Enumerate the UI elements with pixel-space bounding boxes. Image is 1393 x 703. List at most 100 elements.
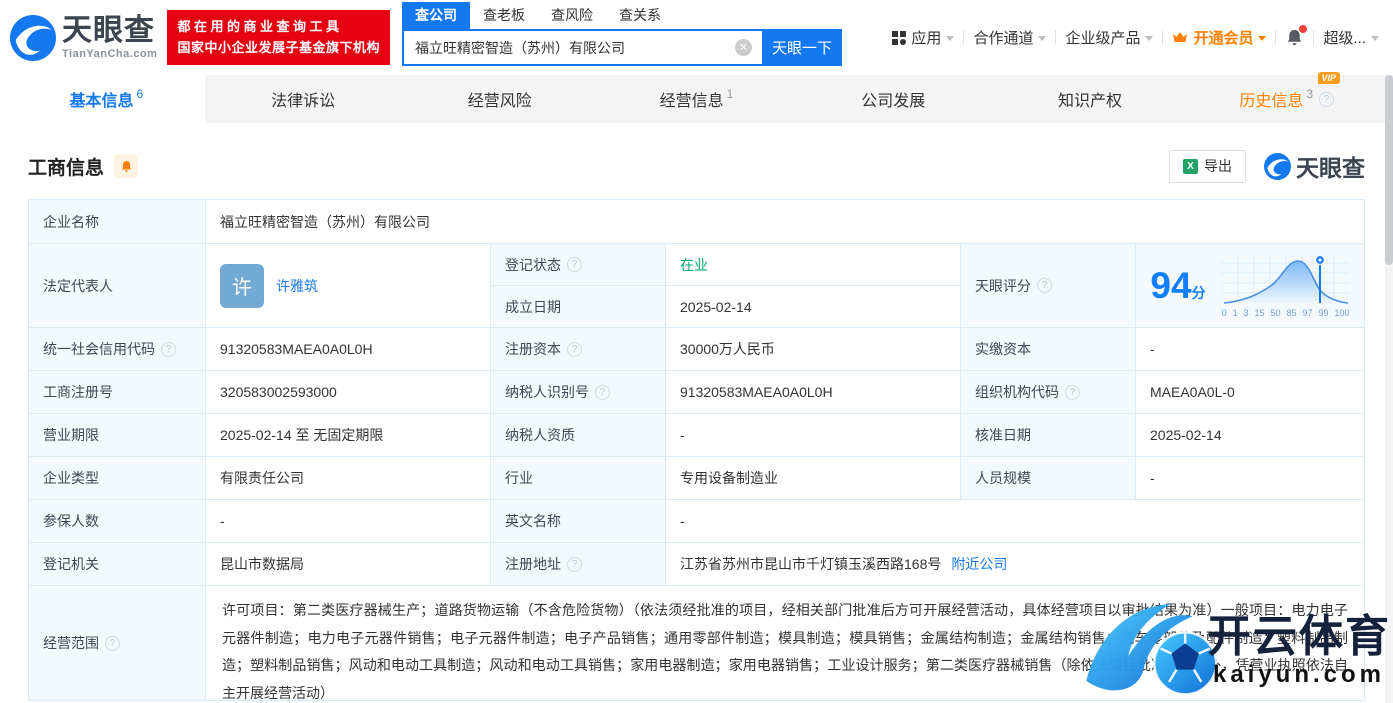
help-icon[interactable] xyxy=(567,257,582,272)
label-company-name: 企业名称 xyxy=(29,200,206,244)
tianyancha-logo[interactable]: 天眼查 TianYanCha.com xyxy=(10,14,158,61)
value-staff-size: - xyxy=(1136,457,1364,500)
value-organization-code: MAEA0A0L-0 xyxy=(1136,371,1364,414)
tab-legal-proceedings[interactable]: 法律诉讼 xyxy=(205,75,402,123)
divider xyxy=(963,30,965,45)
slogan-line2: 国家中小企业发展子基金旗下机构 xyxy=(177,39,380,55)
help-icon[interactable] xyxy=(1065,384,1080,400)
nav-apps[interactable]: 应用 xyxy=(892,27,955,48)
legal-rep-link[interactable]: 许雅筑 xyxy=(276,276,318,296)
nav-vip-membership[interactable]: 开通会员 xyxy=(1172,27,1267,48)
divider xyxy=(1162,30,1164,45)
nav-partner[interactable]: 合作通道 xyxy=(973,27,1047,48)
slogan-line1: 都在用的商业查询工具 xyxy=(177,19,343,35)
tab-basic-info[interactable]: 基本信息 6 xyxy=(8,75,205,123)
search-tab-relation[interactable]: 查关系 xyxy=(606,2,674,29)
business-info-table: 企业名称 福立旺精密智造（苏州）有限公司 法定代表人 许 许雅筑 登记状态 在业… xyxy=(28,199,1365,701)
search-tab-risk[interactable]: 查风险 xyxy=(538,2,606,29)
value-registration-authority: 昆山市数据局 xyxy=(206,543,491,586)
help-icon[interactable] xyxy=(105,635,120,651)
value-taxpayer-id: 91320583MAEA0A0L0H xyxy=(666,371,961,414)
main-content: 工商信息 X 导出 天眼查 企业名称 福立旺精密智造（苏州）有限公司 法定代表人… xyxy=(8,123,1385,701)
divider xyxy=(1055,30,1057,45)
value-registration-number: 320583002593000 xyxy=(206,371,491,414)
tianyancha-swirl-icon xyxy=(1264,152,1291,180)
top-header: 天眼查 TianYanCha.com 都在用的商业查询工具 国家中小企业发展子基… xyxy=(0,0,1393,75)
label-registration-number: 工商注册号 xyxy=(29,371,206,414)
nav-super-vip[interactable]: 超级... xyxy=(1323,27,1379,48)
value-credit-code: 91320583MAEA0A0L0H xyxy=(206,328,491,371)
label-taxpayer-quality: 纳税人资质 xyxy=(491,414,666,457)
label-business-scope: 经营范围 xyxy=(29,586,206,700)
search-tab-company[interactable]: 查公司 xyxy=(401,2,470,29)
help-icon[interactable] xyxy=(1319,91,1335,107)
clear-search-icon[interactable]: ✕ xyxy=(734,39,752,56)
export-button[interactable]: X 导出 xyxy=(1169,149,1246,183)
label-paid-capital: 实缴资本 xyxy=(961,328,1136,371)
value-english-name: - xyxy=(666,500,1364,543)
tab-operating-risk[interactable]: 经营风险 xyxy=(401,75,598,123)
label-business-term: 营业期限 xyxy=(29,414,206,457)
value-business-term: 2025-02-14 至 无固定期限 xyxy=(206,414,491,457)
scrollbar-thumb[interactable] xyxy=(1385,75,1393,265)
help-icon[interactable] xyxy=(595,384,610,400)
vertical-scrollbar xyxy=(1385,75,1393,703)
search-tab-boss[interactable]: 查老板 xyxy=(470,2,538,29)
monitor-bell-button[interactable] xyxy=(114,154,139,178)
help-icon[interactable] xyxy=(567,556,582,572)
help-icon[interactable] xyxy=(1037,278,1052,293)
tianyancha-swirl-icon xyxy=(10,14,56,61)
notifications-bell[interactable] xyxy=(1285,25,1308,47)
value-approval-date: 2025-02-14 xyxy=(1136,414,1364,457)
bell-icon xyxy=(121,160,131,172)
label-approval-date: 核准日期 xyxy=(961,414,1136,457)
value-business-scope: 许可项目：第二类医疗器械生产；道路货物运输（不含危险货物）（依法须经批准的项目，… xyxy=(206,586,1364,700)
score-distribution-chart: 01 3 15 50 85 97 99 100 xyxy=(1221,253,1350,318)
logo-domain: TianYanCha.com xyxy=(62,47,158,60)
legal-rep-avatar[interactable]: 许 xyxy=(220,263,264,308)
top-nav: 应用 合作通道 企业级产品 开通会员 超级... xyxy=(892,25,1379,48)
vip-badge: VIP xyxy=(1317,72,1341,84)
page: 天眼查 TianYanCha.com 都在用的商业查询工具 国家中小企业发展子基… xyxy=(0,0,1393,703)
score-unit: 分 xyxy=(1191,284,1206,301)
search-input[interactable] xyxy=(401,29,762,66)
nearby-companies-link[interactable]: 附近公司 xyxy=(951,554,1007,574)
label-insured-count: 参保人数 xyxy=(29,500,206,543)
search-module: 查公司 查老板 查风险 查关系 ✕ 天眼一下 xyxy=(401,2,842,66)
tab-intellectual-property[interactable]: 知识产权 xyxy=(992,75,1189,123)
value-company-name: 福立旺精密智造（苏州）有限公司 xyxy=(206,200,1364,244)
excel-icon: X xyxy=(1183,158,1198,174)
label-registered-address: 注册地址 xyxy=(491,543,666,586)
divider xyxy=(1313,30,1315,45)
chevron-down-icon xyxy=(946,36,955,41)
tab-history-info[interactable]: VIP 历史信息 3 xyxy=(1188,72,1385,123)
label-registered-capital: 注册资本 xyxy=(491,328,666,371)
label-industry: 行业 xyxy=(491,457,666,500)
value-legal-representative: 许 许雅筑 xyxy=(206,244,491,328)
score-axis-ticks: 01 3 15 50 85 97 99 100 xyxy=(1221,308,1350,318)
tianyancha-brand-mark: 天眼查 xyxy=(1264,149,1365,183)
crown-icon xyxy=(1173,32,1188,42)
slogan-banner: 都在用的商业查询工具 国家中小企业发展子基金旗下机构 xyxy=(167,10,390,65)
label-registration-authority: 登记机关 xyxy=(29,543,206,586)
chevron-down-icon xyxy=(1145,36,1154,41)
chevron-down-icon xyxy=(1038,36,1047,41)
status-active-link[interactable]: 在业 xyxy=(680,255,708,275)
value-paid-capital: - xyxy=(1136,328,1364,371)
help-icon[interactable] xyxy=(161,341,176,357)
search-tabs: 查公司 查老板 查风险 查关系 xyxy=(401,2,842,29)
tab-operating-info[interactable]: 经营信息 1 xyxy=(598,75,795,123)
value-registered-address: 江苏省苏州市昆山市千灯镇玉溪西路168号 附近公司 xyxy=(666,543,1364,586)
value-industry: 专用设备制造业 xyxy=(666,457,961,500)
help-icon[interactable] xyxy=(567,341,582,357)
search-button[interactable]: 天眼一下 xyxy=(761,29,842,66)
tab-company-development[interactable]: 公司发展 xyxy=(795,75,992,123)
label-taxpayer-id: 纳税人识别号 xyxy=(491,371,666,414)
value-tianyan-score[interactable]: 94分 0 1 3 15 50 85 97 99 100 xyxy=(1136,244,1364,328)
label-establish-date: 成立日期 xyxy=(491,286,666,328)
label-english-name: 英文名称 xyxy=(491,500,666,543)
chevron-down-icon xyxy=(1371,36,1379,41)
label-legal-representative: 法定代表人 xyxy=(29,244,206,328)
nav-enterprise[interactable]: 企业级产品 xyxy=(1065,27,1154,48)
chevron-down-icon xyxy=(1258,36,1267,41)
